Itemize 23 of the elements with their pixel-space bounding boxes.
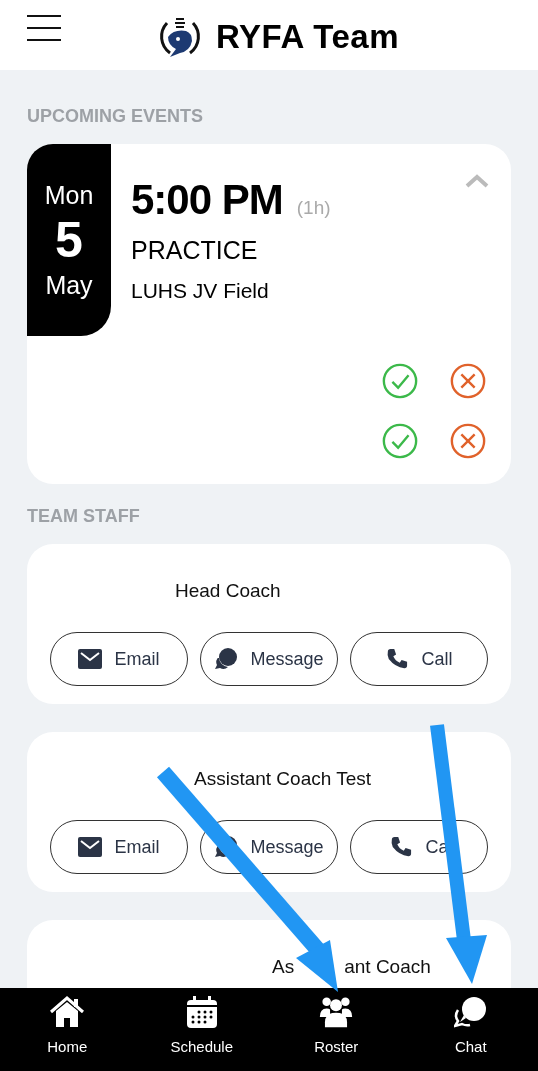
event-day: 5 (55, 212, 83, 268)
schedule-tab[interactable]: Schedule (134, 988, 269, 1071)
call-button[interactable]: Call (350, 632, 488, 686)
staff-role: Head Coach (175, 580, 281, 602)
event-weekday: Mon (44, 180, 94, 211)
app-title: RYFA Team (216, 18, 399, 56)
roster-tab[interactable]: Roster (269, 988, 404, 1071)
staff-role: ant Coach (344, 956, 431, 978)
event-type: PRACTICE (131, 236, 259, 265)
staff-role: As (272, 956, 295, 978)
event-card[interactable]: Mon 5 May 5:00 PM (1h) PRACTICE LUHS JV Field (27, 144, 511, 484)
event-month: May (45, 270, 93, 301)
email-button[interactable]: Email (50, 632, 188, 686)
staff-role: Assistant Coach Test (194, 768, 372, 790)
event-duration: (1h) (296, 197, 331, 219)
section-heading: TEAM STAFF (27, 506, 141, 527)
email-button[interactable]: Email (50, 820, 188, 874)
message-button[interactable]: Message (200, 632, 338, 686)
chat-tab[interactable]: Chat (403, 988, 538, 1071)
event-time: 5:00 PM (131, 176, 283, 224)
section-heading: UPCOMING EVENTS (27, 106, 205, 127)
event-location: LUHS JV Field (131, 279, 270, 303)
home-tab[interactable]: Home (0, 988, 135, 1071)
